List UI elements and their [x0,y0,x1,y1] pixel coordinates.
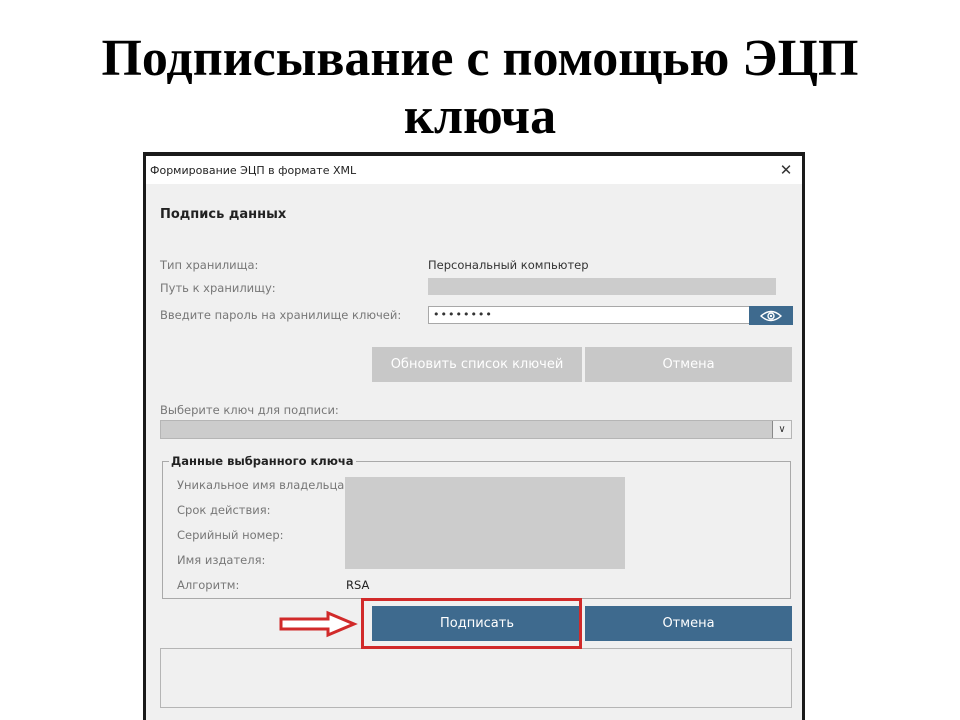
storage-type-value: Персональный компьютер [428,258,589,272]
slide-title: Подписывание с помощью ЭЦП ключа [0,30,960,146]
arrow-right-icon [279,610,358,638]
window-titlebar: Формирование ЭЦП в формате XML ✕ [146,156,802,184]
issuer-label: Имя издателя: [177,553,266,567]
key-details-group: Данные выбранного ключа Уникальное имя в… [162,454,791,599]
slide-title-line-2: ключа [403,88,557,145]
slide-title-line-1: Подписывание с помощью ЭЦП [101,30,859,87]
algorithm-value: RSA [346,578,370,592]
key-details-title: Данные выбранного ключа [169,454,356,468]
serial-number-label: Серийный номер: [177,528,284,542]
close-icon[interactable]: ✕ [774,160,798,180]
window-title: Формирование ЭЦП в формате XML [150,164,357,177]
algorithm-label: Алгоритм: [177,578,240,592]
storage-path-field[interactable] [428,278,776,295]
cancel-button-top[interactable]: Отмена [585,347,792,382]
chevron-down-icon[interactable]: ∨ [772,421,791,438]
cancel-button[interactable]: Отмена [585,606,792,641]
storage-path-label: Путь к хранилищу: [160,281,276,295]
password-label: Введите пароль на хранилище ключей: [160,308,402,322]
show-password-button[interactable] [749,306,793,325]
section-title: Подпись данных [160,207,287,222]
storage-type-label: Тип хранилища: [160,258,259,272]
eye-icon [760,310,782,321]
refresh-keys-button[interactable]: Обновить список ключей [372,347,582,382]
select-key-label: Выберите ключ для подписи: [160,403,339,417]
password-input[interactable]: •••••••• [428,306,750,324]
key-details-values [345,477,625,569]
key-select[interactable]: ∨ [160,420,792,439]
sign-button-highlight [361,598,582,649]
owner-name-label: Уникальное имя владельца: [177,478,349,492]
status-output-area [160,648,792,708]
validity-label: Срок действия: [177,503,271,517]
